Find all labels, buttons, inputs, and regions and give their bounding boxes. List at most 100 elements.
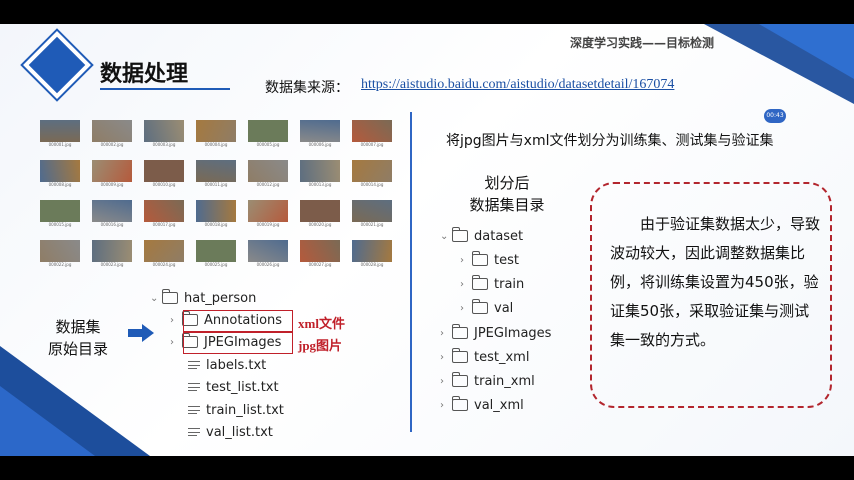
tree-item-label: dataset — [474, 228, 524, 244]
thumbnail-caption: 000015.jpg — [48, 222, 72, 227]
tree-item-val-list[interactable]: val_list.txt — [188, 422, 273, 442]
original-label-line1: 数据集 — [55, 318, 101, 336]
folder-icon — [472, 299, 488, 314]
thumbnail-image — [196, 160, 236, 182]
tree-item-test-xml[interactable]: › test_xml — [440, 347, 529, 367]
chevron-right-icon: › — [460, 254, 464, 266]
thumbnail-caption: 000013.jpg — [308, 182, 332, 187]
tree-item-val-xml[interactable]: › val_xml — [440, 395, 524, 415]
dataset-thumbnail: 000021.jpg — [352, 200, 392, 227]
thumbnail-image — [196, 120, 236, 142]
thumbnail-image — [40, 160, 80, 182]
tree-item-train-list[interactable]: train_list.txt — [188, 400, 284, 420]
tree-item-label: val — [494, 300, 514, 316]
dataset-thumbnail-grid: 000001.jpg 000002.jpg 000003.jpg 000004.jpg… — [40, 120, 392, 284]
course-title: 深度学习实践——目标检测 — [569, 36, 714, 50]
dataset-thumbnail: 000011.jpg — [196, 160, 236, 187]
thumbnail-image — [300, 120, 340, 142]
thumbnail-caption: 000017.jpg — [152, 222, 176, 227]
page-title: 数据处理 — [100, 62, 189, 87]
dataset-thumbnail: 000023.jpg — [92, 240, 132, 267]
right-arrow-icon — [128, 324, 154, 342]
split-description: 将jpg图片与xml文件划分为训练集、测试集与验证集 — [446, 133, 774, 149]
jpg-note: jpg图片 — [298, 338, 343, 353]
split-label-line1: 划分后 — [484, 174, 530, 192]
thumbnail-image — [300, 240, 340, 262]
tree-item-dataset[interactable]: ⌄ dataset — [440, 226, 523, 246]
chevron-right-icon: › — [460, 302, 464, 314]
thumbnail-caption: 000008.jpg — [48, 182, 72, 187]
tree-item-test[interactable]: › test — [460, 250, 519, 270]
dataset-thumbnail: 000027.jpg — [300, 240, 340, 267]
tree-item-label: val_xml — [474, 397, 524, 413]
xml-note: xml文件 — [298, 316, 345, 331]
tree-item-val[interactable]: › val — [460, 298, 513, 318]
dataset-thumbnail: 000003.jpg — [144, 120, 184, 147]
thumbnail-caption: 000028.jpg — [360, 262, 384, 267]
thumbnail-caption: 000019.jpg — [256, 222, 280, 227]
chevron-right-icon: › — [460, 278, 464, 290]
text-file-icon — [188, 405, 200, 415]
dataset-thumbnail: 000007.jpg — [352, 120, 392, 147]
dataset-thumbnail: 000013.jpg — [300, 160, 340, 187]
thumbnail-image — [196, 240, 236, 262]
tree-item-label: train_list.txt — [206, 402, 284, 418]
thumbnail-caption: 000024.jpg — [152, 262, 176, 267]
text-file-icon — [188, 382, 200, 392]
jpegimages-highlight-box — [183, 332, 293, 354]
note-text: 由于验证集数据太少，导致波动较大，因此调整数据集比例，将训练集设置为450张，验… — [610, 215, 821, 349]
tree-item-hat-person[interactable]: ⌄ hat_person — [150, 288, 256, 308]
tree-item-train[interactable]: › train — [460, 274, 524, 294]
dataset-thumbnail: 000012.jpg — [248, 160, 288, 187]
thumbnail-image — [196, 200, 236, 222]
thumbnail-image — [300, 160, 340, 182]
title-underline — [100, 88, 230, 90]
thumbnail-caption: 000023.jpg — [100, 262, 124, 267]
chevron-right-icon: › — [440, 351, 444, 363]
text-file-icon — [188, 427, 200, 437]
thumbnail-caption: 000009.jpg — [100, 182, 124, 187]
thumbnail-caption: 000004.jpg — [204, 142, 228, 147]
tree-item-jpegimages[interactable]: › JPEGImages — [440, 323, 551, 343]
thumbnail-image — [40, 240, 80, 262]
folder-icon — [472, 275, 488, 290]
thumbnail-caption: 000026.jpg — [256, 262, 280, 267]
thumbnail-image — [92, 120, 132, 142]
dataset-thumbnail: 000020.jpg — [300, 200, 340, 227]
dataset-thumbnail: 000009.jpg — [92, 160, 132, 187]
thumbnail-image — [352, 200, 392, 222]
dataset-thumbnail: 000025.jpg — [196, 240, 236, 267]
tree-item-label: JPEGImages — [474, 325, 552, 341]
dataset-thumbnail: 000014.jpg — [352, 160, 392, 187]
tree-item-label: labels.txt — [206, 357, 267, 373]
folder-icon — [452, 372, 468, 387]
thumbnail-image — [300, 200, 340, 222]
tree-item-test-list[interactable]: test_list.txt — [188, 377, 279, 397]
dataset-thumbnail: 000008.jpg — [40, 160, 80, 187]
thumbnail-caption: 000014.jpg — [360, 182, 384, 187]
chevron-right-icon: › — [440, 327, 444, 339]
title-diamond-icon — [28, 36, 86, 94]
thumbnail-image — [40, 200, 80, 222]
corner-decoration — [759, 24, 854, 79]
dataset-thumbnail: 000022.jpg — [40, 240, 80, 267]
thumbnail-caption: 000022.jpg — [48, 262, 72, 267]
tree-item-train-xml[interactable]: › train_xml — [440, 371, 535, 391]
thumbnail-image — [144, 240, 184, 262]
thumbnail-image — [144, 160, 184, 182]
tree-item-labels-txt[interactable]: labels.txt — [188, 355, 266, 375]
text-file-icon — [188, 360, 200, 370]
thumbnail-image — [248, 200, 288, 222]
chevron-right-icon: › — [440, 399, 444, 411]
tree-item-label: test_xml — [474, 349, 530, 365]
split-directory-label: 划分后 数据集目录 — [452, 172, 562, 216]
thumbnail-caption: 000012.jpg — [256, 182, 280, 187]
thumbnail-caption: 000018.jpg — [204, 222, 228, 227]
dataset-thumbnail: 000024.jpg — [144, 240, 184, 267]
thumbnail-image — [248, 240, 288, 262]
dataset-source-link[interactable]: https://aistudio.baidu.com/aistudio/data… — [361, 77, 674, 93]
corner-decoration — [0, 386, 95, 456]
thumbnail-image — [352, 160, 392, 182]
dataset-thumbnail: 000017.jpg — [144, 200, 184, 227]
thumbnail-image — [40, 120, 80, 142]
